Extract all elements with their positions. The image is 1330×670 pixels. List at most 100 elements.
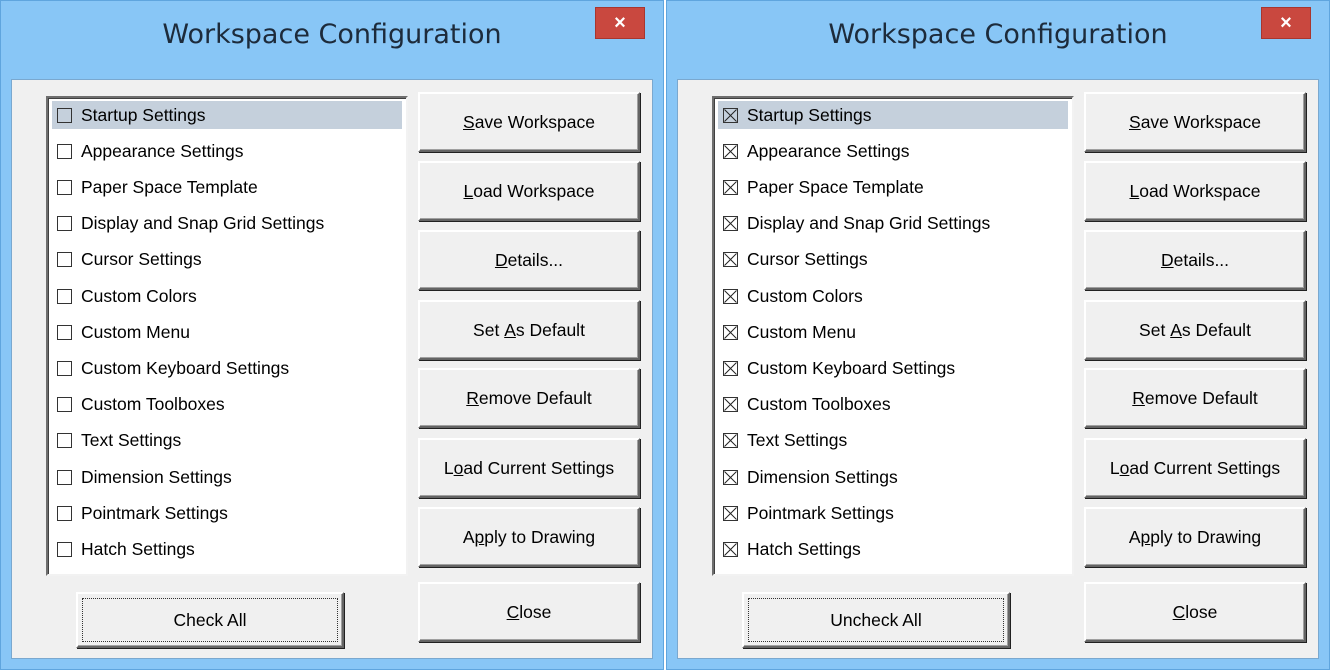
dialog-title: Workspace Configuration	[828, 19, 1168, 50]
list-item[interactable]: Paper Space Template	[52, 173, 402, 201]
list-item-label: Dimension Settings	[81, 466, 232, 487]
close-icon[interactable]: ×	[1261, 7, 1311, 39]
list-item[interactable]: Text Settings	[718, 427, 1068, 455]
list-item[interactable]: Pointmark Settings	[52, 499, 402, 527]
list-item-label: Text Settings	[747, 430, 848, 451]
load-workspace-button[interactable]: Load Workspace	[418, 161, 640, 221]
list-item[interactable]: Custom Menu	[718, 318, 1068, 346]
checkbox-checked-icon[interactable]	[723, 324, 738, 340]
close-button[interactable]: Close	[418, 582, 640, 642]
workspace-config-dialog-left: Workspace Configuration × Startup Settin…	[0, 0, 664, 670]
list-item[interactable]: Custom Keyboard Settings	[718, 354, 1068, 382]
checkbox-unchecked-icon[interactable]	[57, 324, 72, 340]
checkbox-checked-icon[interactable]	[723, 469, 738, 485]
apply-to-drawing-button[interactable]: Ap ply to Drawing	[1084, 507, 1306, 567]
remove-default-button[interactable]: Remove Default	[418, 368, 640, 428]
checkbox-unchecked-icon[interactable]	[57, 541, 72, 557]
title-bar: Workspace Configuration ×	[667, 1, 1329, 79]
list-item[interactable]: Custom Toolboxes	[52, 391, 402, 419]
dialog-client-area: Startup Settings Appearance Settings Paper…	[677, 79, 1319, 659]
list-item[interactable]: Custom Menu	[52, 318, 402, 346]
details-button[interactable]: Details...	[418, 230, 640, 290]
list-item[interactable]: Dimension Settings	[52, 463, 402, 491]
checkbox-unchecked-icon[interactable]	[57, 252, 72, 268]
close-icon[interactable]: ×	[595, 7, 645, 39]
list-item-label: Paper Space Template	[81, 176, 258, 197]
list-item-label: Text Settings	[81, 430, 182, 451]
checkbox-checked-icon[interactable]	[723, 433, 738, 449]
checkbox-checked-icon[interactable]	[723, 288, 738, 304]
list-item[interactable]: Startup Settings	[718, 101, 1068, 129]
list-item[interactable]: Appearance Settings	[718, 137, 1068, 165]
list-item-label: Custom Toolboxes	[81, 394, 225, 415]
checkbox-checked-icon[interactable]	[723, 143, 738, 159]
list-item[interactable]: Custom Keyboard Settings	[52, 354, 402, 382]
checkbox-unchecked-icon[interactable]	[57, 179, 72, 195]
save-workspace-button[interactable]: Save Workspace	[1084, 92, 1306, 152]
list-item[interactable]: Paper Space Template	[718, 173, 1068, 201]
set-as-default-button[interactable]: Set As Default	[1084, 300, 1306, 360]
list-item[interactable]: Custom Colors	[52, 282, 402, 310]
checkbox-checked-icon[interactable]	[723, 107, 738, 123]
checkbox-unchecked-icon[interactable]	[57, 505, 72, 521]
list-item[interactable]: Hatch Settings	[52, 535, 402, 563]
list-item-label: Custom Toolboxes	[747, 394, 891, 415]
checkbox-checked-icon[interactable]	[723, 397, 738, 413]
load-workspace-button[interactable]: Load Workspace	[1084, 161, 1306, 221]
checkbox-checked-icon[interactable]	[723, 541, 738, 557]
checkbox-checked-icon[interactable]	[723, 179, 738, 195]
list-item-label: Cursor Settings	[81, 249, 202, 270]
apply-to-drawing-button[interactable]: Ap ply to Drawing	[418, 507, 640, 567]
checkbox-unchecked-icon[interactable]	[57, 216, 72, 232]
checkbox-unchecked-icon[interactable]	[57, 433, 72, 449]
list-item[interactable]: Dimension Settings	[718, 463, 1068, 491]
dialog-title: Workspace Configuration	[162, 19, 502, 50]
list-item-label: Appearance Settings	[81, 140, 244, 161]
load-current-settings-button[interactable]: Lo ad Current Settings	[418, 438, 640, 498]
checkbox-unchecked-icon[interactable]	[57, 288, 72, 304]
list-item-label: Cursor Settings	[747, 249, 868, 270]
checkbox-unchecked-icon[interactable]	[57, 469, 72, 485]
list-item[interactable]: Cursor Settings	[52, 246, 402, 274]
checkbox-checked-icon[interactable]	[723, 216, 738, 232]
checkbox-checked-icon[interactable]	[723, 360, 738, 376]
uncheck-all-button[interactable]: Uncheck All	[742, 592, 1010, 648]
set-as-default-button[interactable]: Set As Default	[418, 300, 640, 360]
checkbox-unchecked-icon[interactable]	[57, 360, 72, 376]
list-item[interactable]: Cursor Settings	[718, 246, 1068, 274]
list-item[interactable]: Display and Snap Grid Settings	[718, 210, 1068, 238]
list-item-label: Display and Snap Grid Settings	[81, 213, 325, 234]
list-item-label: Hatch Settings	[747, 538, 861, 559]
settings-listbox[interactable]: Startup Settings Appearance Settings Paper…	[712, 96, 1074, 576]
list-item-label: Appearance Settings	[747, 140, 910, 161]
list-item[interactable]: Custom Toolboxes	[718, 391, 1068, 419]
list-item-label: Custom Colors	[747, 285, 863, 306]
remove-default-button[interactable]: Remove Default	[1084, 368, 1306, 428]
checkbox-checked-icon[interactable]	[723, 505, 738, 521]
load-current-settings-button[interactable]: Lo ad Current Settings	[1084, 438, 1306, 498]
dialog-client-area: Startup Settings Appearance Settings Paper…	[11, 79, 653, 659]
list-item-label: Paper Space Template	[747, 176, 924, 197]
list-item[interactable]: Pointmark Settings	[718, 499, 1068, 527]
list-item-label: Startup Settings	[81, 104, 206, 125]
list-item[interactable]: Text Settings	[52, 427, 402, 455]
check-all-button[interactable]: Check All	[76, 592, 344, 648]
list-item-label: Startup Settings	[747, 104, 872, 125]
details-button[interactable]: Details...	[1084, 230, 1306, 290]
checkbox-unchecked-icon[interactable]	[57, 107, 72, 123]
list-item-label: Pointmark Settings	[747, 502, 894, 523]
save-workspace-button[interactable]: Save Workspace	[418, 92, 640, 152]
list-item[interactable]: Startup Settings	[52, 101, 402, 129]
checkbox-checked-icon[interactable]	[723, 252, 738, 268]
checkbox-unchecked-icon[interactable]	[57, 143, 72, 159]
settings-listbox[interactable]: Startup Settings Appearance Settings Paper…	[46, 96, 408, 576]
list-item-label: Dimension Settings	[747, 466, 898, 487]
list-item-label: Custom Keyboard Settings	[81, 357, 290, 378]
list-item[interactable]: Display and Snap Grid Settings	[52, 210, 402, 238]
close-button[interactable]: Close	[1084, 582, 1306, 642]
checkbox-unchecked-icon[interactable]	[57, 397, 72, 413]
list-item[interactable]: Appearance Settings	[52, 137, 402, 165]
list-item[interactable]: Hatch Settings	[718, 535, 1068, 563]
list-item[interactable]: Custom Colors	[718, 282, 1068, 310]
list-item-label: Custom Menu	[747, 321, 856, 342]
